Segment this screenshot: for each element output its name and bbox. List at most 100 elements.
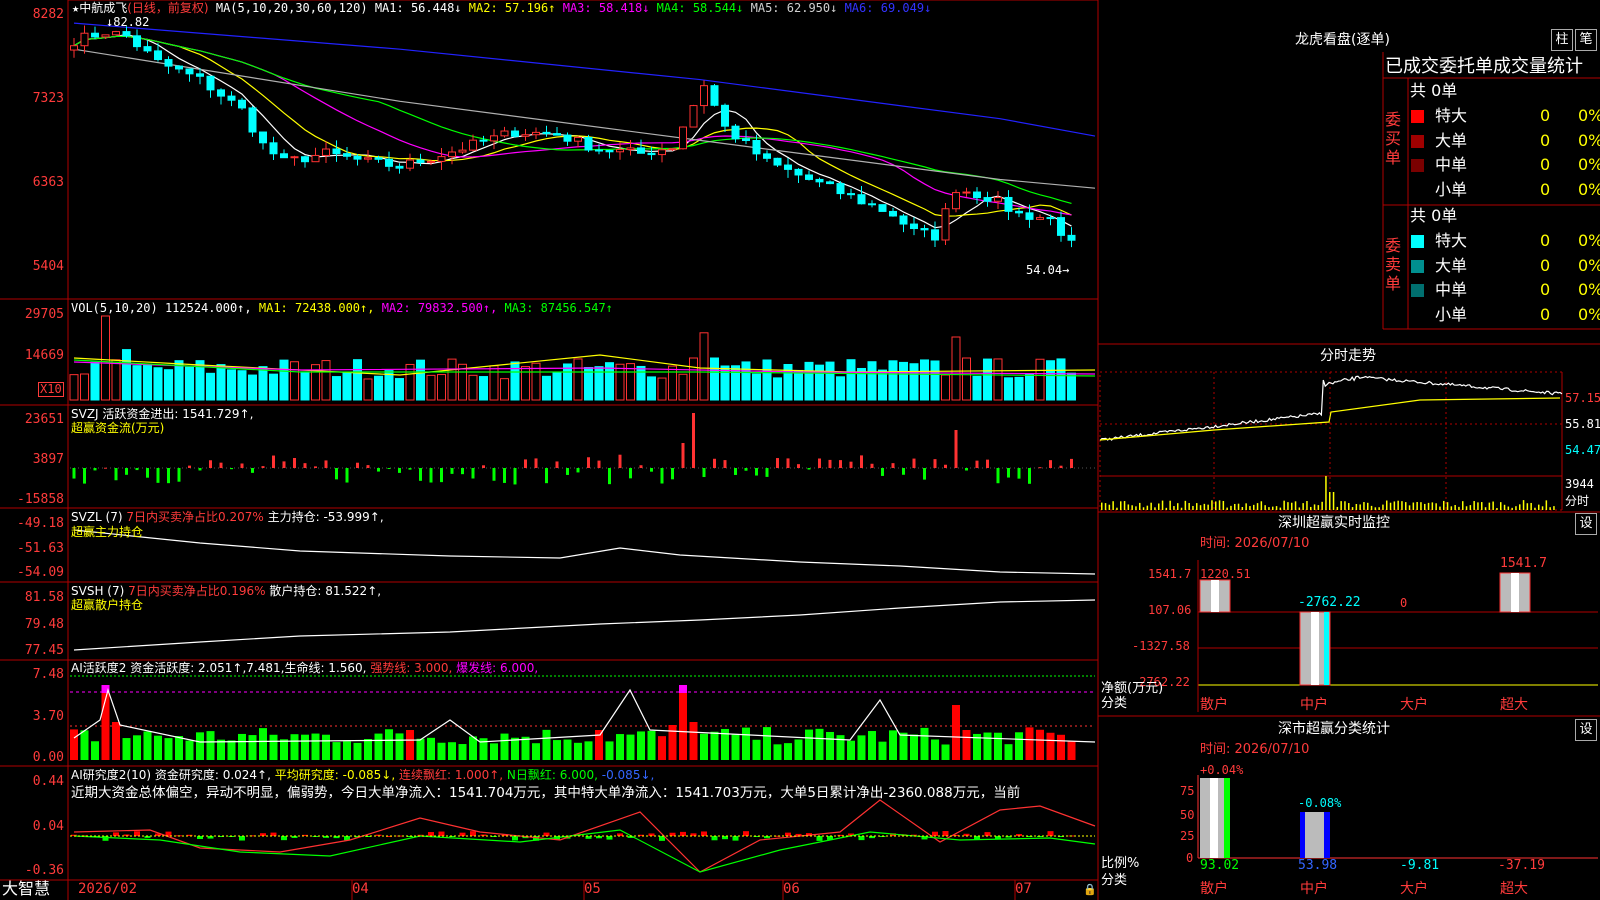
column-mode-button[interactable]: 柱: [1551, 29, 1573, 51]
ai2-bar: [732, 836, 739, 841]
order-color-swatch: [1411, 110, 1424, 123]
intraday-volume-bar: [1519, 504, 1521, 510]
candle-body: [500, 130, 509, 137]
ai1-bar: [206, 731, 215, 760]
candle-body: [143, 46, 152, 52]
svzj-bar: [681, 443, 685, 468]
svzj-bar: [230, 468, 233, 470]
svzj-header: SVZJ 活跃资金进出: 1541.729↑,: [71, 407, 254, 421]
vol-ma3: MA3: 87456.547↑: [504, 301, 613, 315]
svzj-bar: [461, 468, 464, 475]
volume-bar: [80, 373, 89, 401]
svzj-bar: [587, 457, 590, 468]
svzj-bar: [839, 460, 842, 468]
candle-body: [721, 104, 729, 127]
svzl-header: SVZL (7) 7日内买卖净占比0.207% 主力持仓: -53.999↑,: [71, 510, 384, 524]
svzj-bar: [72, 468, 76, 479]
svzj-bar: [986, 459, 989, 468]
ai1-bar: [112, 722, 120, 760]
stat-settings-button[interactable]: 设: [1575, 719, 1597, 741]
volume-bar: [773, 377, 782, 401]
volume-bar: [206, 372, 215, 401]
ai1-bar: [794, 739, 803, 760]
volume-bar: [909, 363, 919, 401]
high-price-mark: ↓82.82: [106, 15, 150, 29]
ai1-bar: [626, 734, 635, 760]
lock-icon[interactable]: 🔒: [1083, 883, 1097, 896]
cat-label-sanhu: 散户: [1200, 697, 1228, 713]
intraday-volume-bar: [1367, 502, 1369, 510]
candle-body: [133, 35, 141, 48]
candle-body: [532, 131, 540, 136]
intraday-volume-bar: [1370, 505, 1373, 510]
volume-bar: [101, 315, 110, 401]
ma3-value: 58.418↓: [598, 1, 650, 15]
order-stat-tabs[interactable]: 已成交委托单成交量统计: [1385, 56, 1583, 78]
svzj-bar: [93, 468, 97, 471]
ai1-bar: [154, 735, 162, 760]
svzj-bar: [639, 465, 643, 468]
intraday-volume-bar: [1329, 492, 1331, 510]
stat-bar-sanhu: [1210, 778, 1218, 858]
volume-bar: [458, 363, 467, 401]
candle-body: [80, 32, 89, 47]
intraday-volume-bar: [1104, 503, 1107, 510]
order-color-swatch: [1411, 308, 1424, 322]
candle-body: [637, 147, 645, 154]
candle-body: [1004, 196, 1013, 212]
candle-body: [1036, 217, 1044, 220]
order-percent: 0%: [1578, 304, 1600, 324]
intraday-volume-bar: [1317, 505, 1320, 510]
low-price-mark: 54.04→: [1026, 263, 1070, 277]
ai1-bar: [280, 739, 288, 760]
ai1-bar: [385, 729, 393, 760]
candle-body: [647, 152, 656, 156]
svzj-bar: [482, 465, 485, 468]
intraday-volume-bar: [1268, 507, 1270, 510]
ai1-bar: [563, 739, 572, 760]
svsh-axis-label: 79.48: [24, 617, 64, 632]
monitor-settings-button[interactable]: 设: [1575, 513, 1597, 535]
svzj-bar: [387, 468, 391, 469]
candle-body: [185, 68, 194, 75]
candle-body: [248, 107, 257, 133]
candle-body: [332, 148, 341, 155]
x-axis-label: 06: [783, 881, 800, 897]
intraday-volume-bar: [1408, 505, 1411, 510]
svzj-bar: [366, 465, 370, 468]
order-type-label: 小单: [1435, 179, 1468, 199]
intraday-volume-bar: [1135, 506, 1137, 510]
intraday-volume-bar: [1256, 503, 1259, 510]
monitor-axis-label: 107.06: [1148, 603, 1192, 617]
tick-mode-button[interactable]: 笔: [1575, 29, 1597, 51]
ai1-bar: [542, 729, 551, 760]
ai1-bar: [773, 744, 782, 760]
stock-name: 中航成飞: [79, 1, 128, 15]
candle-body: [448, 151, 456, 158]
vol-value: 112524.000↑,: [164, 301, 252, 315]
monitor-title: 深圳超赢实时监控: [1278, 515, 1390, 531]
ai1-bar: [175, 736, 183, 760]
svzj-axis-label: 23651: [24, 412, 64, 427]
ai1-bar: [763, 727, 771, 760]
candle-body: [154, 50, 162, 61]
ai1-bar: [815, 728, 824, 760]
volume-bar: [248, 374, 257, 401]
candle-body: [458, 149, 467, 153]
vol-axis-label: 29705: [24, 307, 64, 322]
intraday-volume-bar: [1298, 507, 1301, 510]
intraday-volume-bar: [1112, 501, 1114, 510]
ai1-bar: [994, 732, 1002, 760]
candle-body: [490, 135, 498, 142]
svzj-bar: [965, 468, 968, 471]
svzj-subtitle: 超赢资金流(万元): [71, 421, 165, 435]
candle-body: [280, 153, 288, 159]
buy-side-label: 委买单: [1385, 110, 1402, 167]
ai1-bar: [647, 730, 656, 760]
cat-label-chaoda: 超大: [1500, 697, 1528, 713]
candle-body: [952, 192, 960, 210]
volume-bar: [174, 360, 184, 401]
price-axis-label: 8282: [32, 7, 64, 22]
stat-cat-sanhu: 散户: [1200, 881, 1228, 897]
svzj-bar: [828, 459, 832, 468]
